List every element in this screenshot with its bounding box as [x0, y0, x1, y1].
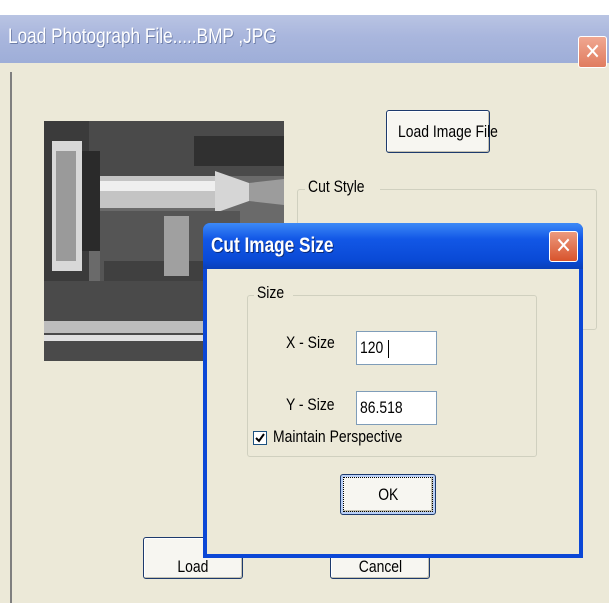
- cut-style-label: Cut Style: [305, 177, 380, 197]
- load-image-file-button[interactable]: Load Image File: [386, 110, 498, 153]
- inner-title-bar[interactable]: Cut Image Size ✕: [203, 223, 583, 269]
- checkbox-checked-icon: [255, 433, 265, 443]
- inner-dialog-body: Size X - Size 120 Y - Size 86.518 Mainta…: [207, 269, 579, 554]
- y-size-input[interactable]: 86.518: [356, 391, 437, 425]
- ok-button[interactable]: OK: [340, 474, 436, 515]
- outer-close-button[interactable]: ✕: [578, 36, 607, 68]
- x-size-label: X - Size: [286, 333, 335, 352]
- ok-label: OK: [377, 485, 399, 504]
- load-image-file-label: Load Image File: [397, 122, 498, 141]
- inner-close-button[interactable]: ✕: [549, 231, 578, 262]
- close-icon: ✕: [584, 39, 601, 64]
- outer-title-bar[interactable]: Load Photograph File.....BMP ,JPG ✕: [0, 15, 609, 68]
- y-size-label: Y - Size: [286, 395, 335, 414]
- left-edge: [10, 72, 12, 603]
- maintain-perspective-checkbox[interactable]: [253, 431, 267, 445]
- close-icon: ✕: [555, 233, 572, 258]
- text-caret: [388, 339, 390, 358]
- inner-title-text: Cut Image Size: [211, 234, 334, 257]
- cut-image-size-dialog: Cut Image Size ✕ Size X - Size 120 Y - S…: [203, 223, 583, 558]
- x-size-input[interactable]: 120: [356, 331, 437, 365]
- x-size-value: 120: [360, 338, 384, 357]
- y-size-value: 86.518: [360, 398, 403, 417]
- size-group-label: Size: [254, 283, 294, 303]
- outer-title-text: Load Photograph File.....BMP ,JPG: [8, 25, 277, 48]
- maintain-perspective-label[interactable]: Maintain Perspective: [273, 427, 431, 447]
